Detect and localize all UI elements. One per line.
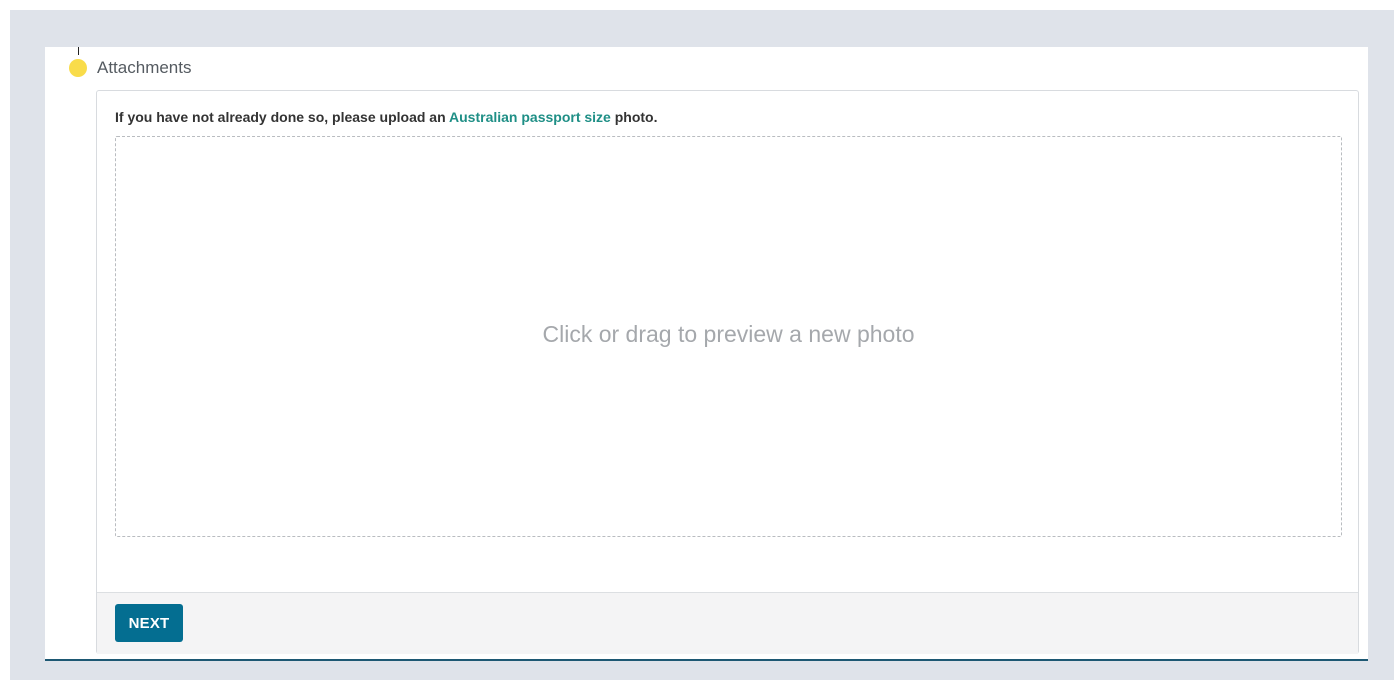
panel-footer: NEXT: [97, 592, 1358, 654]
passport-size-link[interactable]: Australian passport size: [449, 109, 611, 125]
section-title: Attachments: [97, 58, 192, 77]
attachments-panel: If you have not already done so, please …: [96, 90, 1359, 654]
instruction-prefix: If you have not already done so, please …: [115, 109, 446, 125]
timeline-connector: [78, 47, 79, 55]
photo-dropzone[interactable]: Click or drag to preview a new photo: [115, 136, 1342, 537]
instruction-suffix: photo.: [614, 109, 658, 125]
step-status-dot: [69, 59, 87, 77]
dropzone-placeholder: Click or drag to preview a new photo: [542, 321, 915, 347]
upload-instruction: If you have not already done so, please …: [115, 108, 658, 126]
next-button[interactable]: NEXT: [115, 604, 183, 642]
